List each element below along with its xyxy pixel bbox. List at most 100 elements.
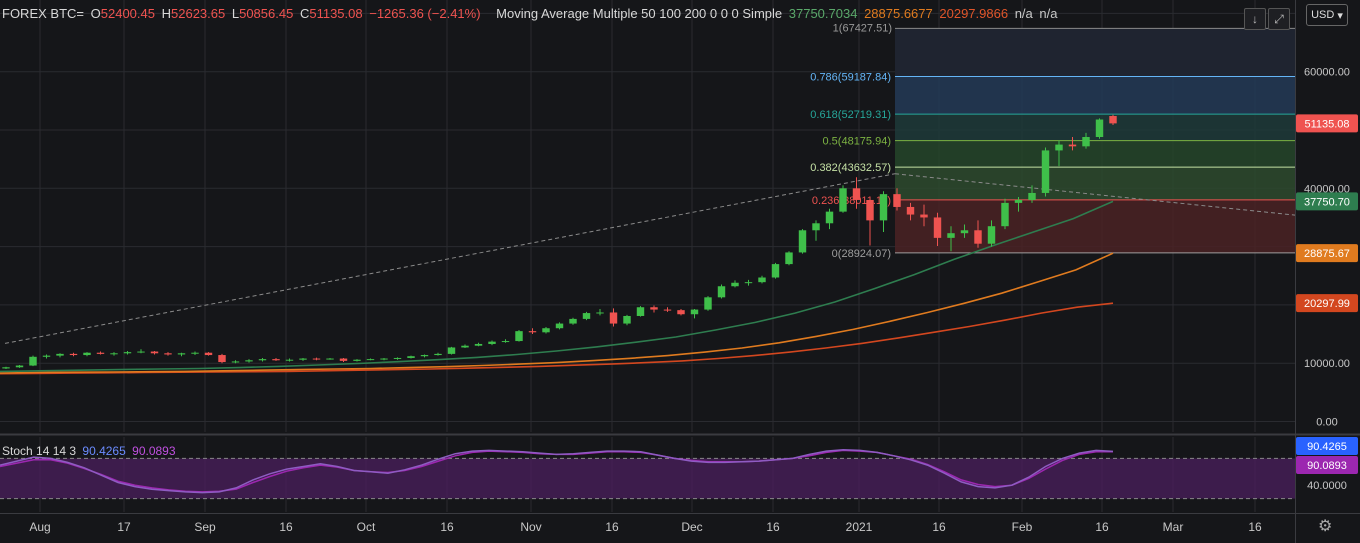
candle-body <box>636 307 645 316</box>
low-label: L <box>231 6 240 21</box>
fib-level-label: 1(67427.51) <box>833 22 892 34</box>
ohlc-legend: FOREX BTC= O52400.45 H52623.65 L50856.45… <box>2 6 1060 21</box>
settings-gear-icon[interactable]: ⚙ <box>1318 516 1332 536</box>
open-label: O <box>90 6 101 21</box>
candle-body <box>434 353 442 356</box>
close-value: 51135.08 <box>309 6 363 21</box>
candle-body <box>245 360 253 362</box>
candle-body <box>542 328 550 333</box>
candle-body <box>150 351 159 354</box>
candle-body <box>177 353 186 355</box>
change-value: −1265.36 (−2.41%) <box>369 6 481 21</box>
time-axis-label: Mar <box>1163 520 1184 534</box>
stoch-axis-label: 40.0000 <box>1307 480 1347 492</box>
low-value: 50856.45 <box>239 6 294 21</box>
price-axis-label: 0.00 <box>1316 417 1337 429</box>
ma100-value: 28875.6677 <box>864 6 933 21</box>
candle-body <box>488 341 496 344</box>
candle-body <box>744 282 753 284</box>
candle-body <box>42 355 51 357</box>
candle-body <box>501 341 510 343</box>
fib-zone <box>895 199 1295 253</box>
price-badge-label: 28875.67 <box>1304 248 1350 260</box>
time-axis-label: Dec <box>681 520 702 534</box>
stoch-name[interactable]: Stoch 14 14 3 <box>2 444 76 458</box>
maximize-icon[interactable]: ⤢ <box>1268 8 1290 30</box>
stoch-d-value: 90.0893 <box>132 444 176 458</box>
candle-body <box>609 312 618 324</box>
candle-body <box>906 206 915 215</box>
price-axis-label: 10000.00 <box>1304 358 1350 370</box>
time-axis-label: Feb <box>1012 520 1033 534</box>
fib-zone-top <box>895 28 1295 77</box>
time-axis-label: 2021 <box>846 520 873 534</box>
stoch-badge-label: 90.4265 <box>1307 441 1347 453</box>
price-badge-label: 51135.08 <box>1304 118 1349 130</box>
ma200-value: 20297.9866 <box>939 6 1009 21</box>
candle-body <box>137 351 145 353</box>
candle-body <box>393 357 402 359</box>
candle-body <box>704 297 712 310</box>
time-axis-label: Aug <box>29 520 50 534</box>
scroll-down-icon[interactable]: ↓ <box>1244 8 1266 30</box>
fib-level-label: 0(28924.07) <box>832 248 891 260</box>
fib-zone <box>895 167 1295 200</box>
stoch-badge-label: 90.0893 <box>1307 460 1347 472</box>
candle-body <box>366 359 375 361</box>
candle-body <box>852 188 861 200</box>
candle-body <box>555 323 564 329</box>
candle-body <box>204 352 213 356</box>
fib-zone <box>895 114 1295 141</box>
indicator-name[interactable]: Moving Average Multiple 50 100 200 0 0 0… <box>496 6 782 21</box>
chart-canvas[interactable]: 1(67427.51) 0.786(59187.84) 0.618(52719.31… <box>0 0 1360 543</box>
candle-body <box>596 312 604 314</box>
candle-body <box>933 217 942 238</box>
time-axis-label: Oct <box>357 520 376 534</box>
candle-body <box>123 352 132 354</box>
time-axis-label: Nov <box>520 520 541 534</box>
stoch-legend: Stoch 14 14 3 90.4265 90.0893 <box>2 444 179 458</box>
candle-body <box>326 358 334 360</box>
fib-zone <box>895 76 1295 115</box>
candle-body <box>879 194 888 221</box>
candle-body <box>15 365 24 368</box>
candle-body <box>1041 150 1050 193</box>
candle-body <box>69 353 78 356</box>
candle-body <box>798 230 807 253</box>
candle-body <box>663 309 672 311</box>
candle-body <box>380 358 388 360</box>
high-label: H <box>161 6 171 21</box>
fib-level-label: 0.5(48175.94) <box>823 136 892 148</box>
candle-body <box>1095 119 1104 138</box>
ma50-value: 37750.7034 <box>788 6 858 21</box>
na-value-1: n/a <box>1014 6 1033 21</box>
fib-level-label: 0.618(52719.31) <box>810 109 891 121</box>
candle-body <box>83 352 91 356</box>
candle-body <box>825 211 834 224</box>
candle-body <box>893 194 901 207</box>
fib-level-label: 0.236(38011.11) <box>812 195 891 207</box>
candle-body <box>407 356 415 358</box>
fib-level-label: 0.382(43632.57) <box>810 162 891 174</box>
fib-level-label: 0.786(59187.84) <box>810 71 891 83</box>
candle-body <box>447 347 456 354</box>
candle-body <box>974 230 982 244</box>
candle-body <box>866 199 874 221</box>
fib-zone <box>895 140 1295 168</box>
candle-body <box>29 356 37 366</box>
candle-body <box>987 226 996 244</box>
candle-body <box>285 359 294 361</box>
candle-body <box>1082 137 1090 147</box>
currency-selector[interactable]: USD ▾ <box>1306 4 1348 26</box>
symbol-name[interactable]: FOREX BTC= <box>2 6 84 21</box>
candle-body <box>2 367 10 369</box>
time-axis-label: 16 <box>1095 520 1109 534</box>
candle-body <box>258 359 267 361</box>
high-value: 52623.65 <box>171 6 226 21</box>
candle-body <box>947 233 955 238</box>
time-axis-label: 16 <box>605 520 619 534</box>
candle-body <box>569 318 577 324</box>
candle-body <box>1055 144 1063 151</box>
candle-body <box>1109 116 1117 124</box>
candle-body <box>299 358 307 360</box>
